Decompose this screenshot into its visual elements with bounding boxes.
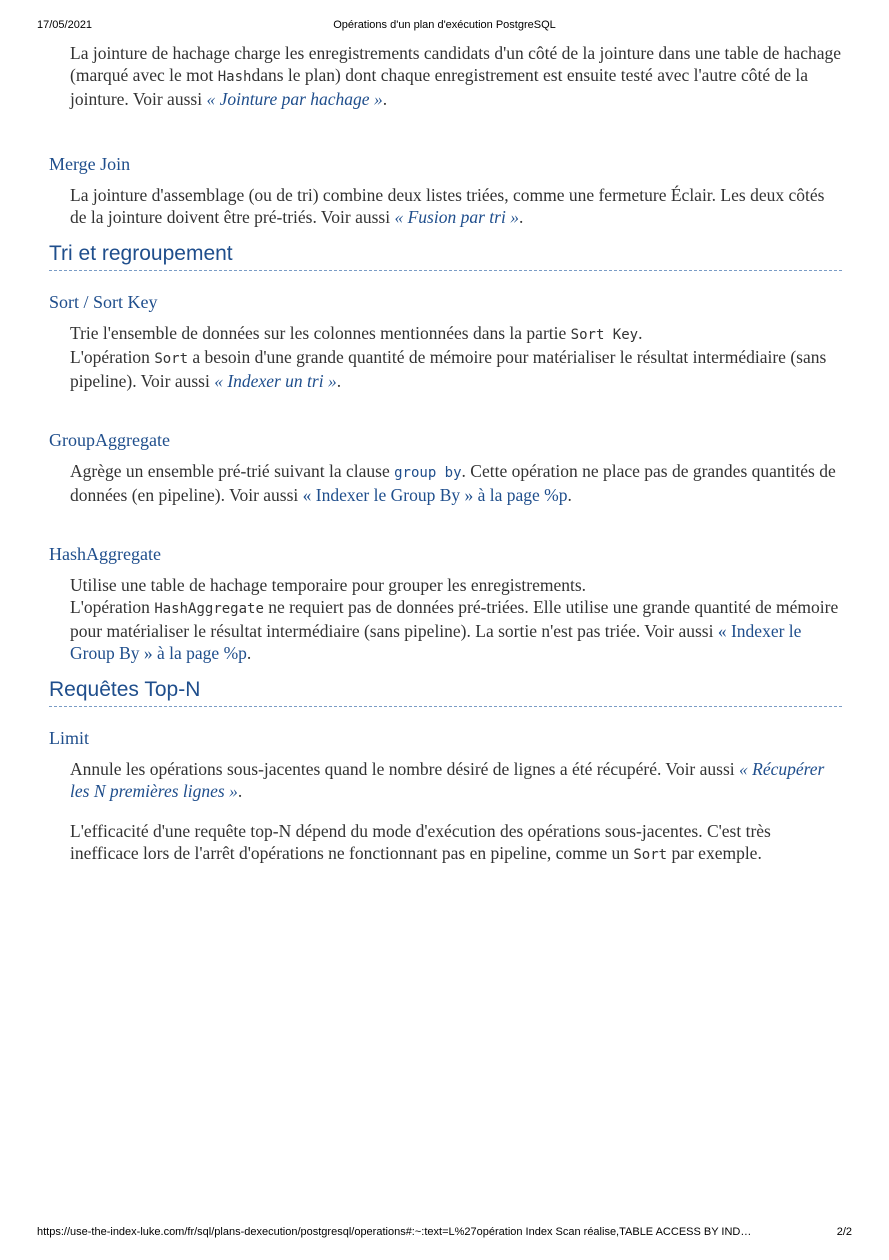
text: Annule les opérations sous-jacentes quan…	[70, 759, 740, 779]
print-url: https://use-the-index-luke.com/fr/sql/pl…	[37, 1226, 752, 1238]
text: .	[638, 323, 643, 343]
text: .	[382, 89, 388, 109]
link-jointure-par-hachage[interactable]: « Jointure par hachage »	[206, 89, 382, 109]
text: Utilise une table de hachage temporaire …	[70, 575, 587, 595]
sort-description: Trie l'ensemble de données sur les colon…	[70, 322, 842, 392]
limit-description-2: L'efficacité d'une requête top-N dépend …	[70, 820, 842, 866]
limit-description: Annule les opérations sous-jacentes quan…	[70, 758, 842, 802]
link-indexer-le-group-by[interactable]: « Indexer le Group By » à la page %p	[303, 485, 568, 505]
text: .	[336, 371, 342, 391]
print-page-number: 2/2	[836, 1226, 852, 1238]
text: Agrège un ensemble pré-trié suivant la c…	[70, 461, 395, 481]
text: .	[567, 485, 572, 505]
document-content: La jointure de hachage charge les enregi…	[49, 40, 842, 866]
inline-code: Sort	[633, 847, 668, 863]
term-group-aggregate: GroupAggregate	[49, 430, 170, 450]
term-sort: Sort / Sort Key	[49, 292, 158, 312]
term-hash-aggregate: HashAggregate	[49, 544, 161, 564]
text: L'opération	[70, 597, 155, 617]
link-fusion-par-tri[interactable]: « Fusion par tri »	[394, 207, 518, 227]
inline-code: Sort	[154, 351, 189, 367]
text: par exemple.	[667, 843, 762, 863]
inline-code: group by	[394, 465, 462, 481]
inline-code: Hash	[217, 69, 252, 85]
text: L'opération	[70, 347, 155, 367]
term-limit: Limit	[49, 728, 89, 748]
hash-aggregate-description: Utilise une table de hachage temporaire …	[70, 574, 842, 664]
text: .	[518, 207, 524, 227]
section-title-tri-et-regroupement: Tri et regroupement	[49, 241, 842, 271]
term-merge-join: Merge Join	[49, 154, 131, 174]
inline-code: HashAggregate	[154, 601, 264, 617]
merge-join-description: La jointure d'assemblage (ou de tri) com…	[70, 184, 842, 228]
text: .	[237, 781, 243, 801]
group-aggregate-description: Agrège un ensemble pré-trié suivant la c…	[70, 460, 842, 506]
print-title: Opérations d'un plan d'exécution Postgre…	[333, 19, 556, 31]
hash-join-description: La jointure de hachage charge les enregi…	[70, 42, 842, 110]
inline-code: Sort Key	[570, 327, 639, 343]
link-indexer-un-tri[interactable]: « Indexer un tri »	[214, 371, 336, 391]
text: .	[246, 643, 252, 663]
text: Trie l'ensemble de données sur les colon…	[70, 323, 571, 343]
section-title-requetes-top-n: Requêtes Top-N	[49, 677, 842, 707]
